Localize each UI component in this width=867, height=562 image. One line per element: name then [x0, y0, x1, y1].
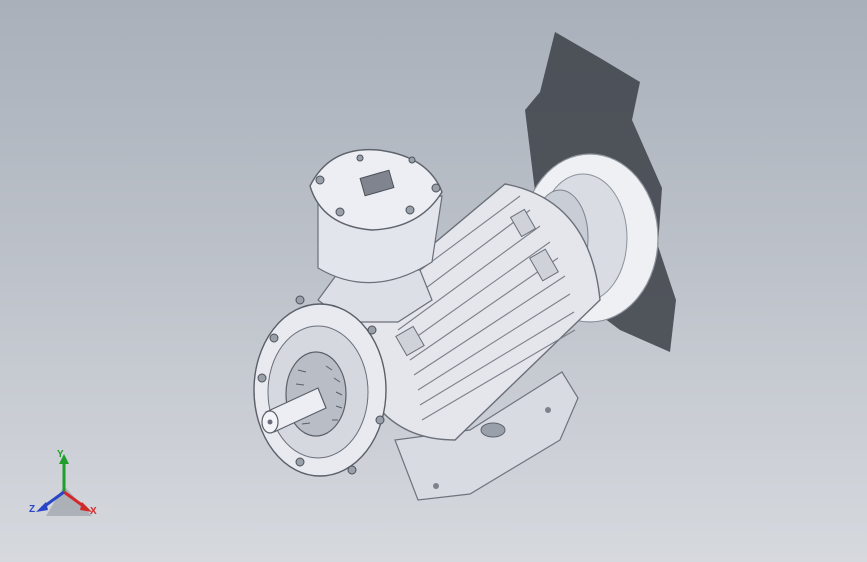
triad-z-label: Z: [29, 504, 36, 515]
reference-triad: Y X Z: [22, 446, 112, 526]
model-scene[interactable]: [0, 0, 867, 562]
triad-graphic: [36, 454, 92, 516]
triad-x-label: X: [90, 506, 97, 517]
graphics-viewport[interactable]: Y X Z: [0, 0, 867, 562]
triad-y-label: Y: [57, 449, 64, 460]
terminal-box[interactable]: [309, 148, 443, 323]
